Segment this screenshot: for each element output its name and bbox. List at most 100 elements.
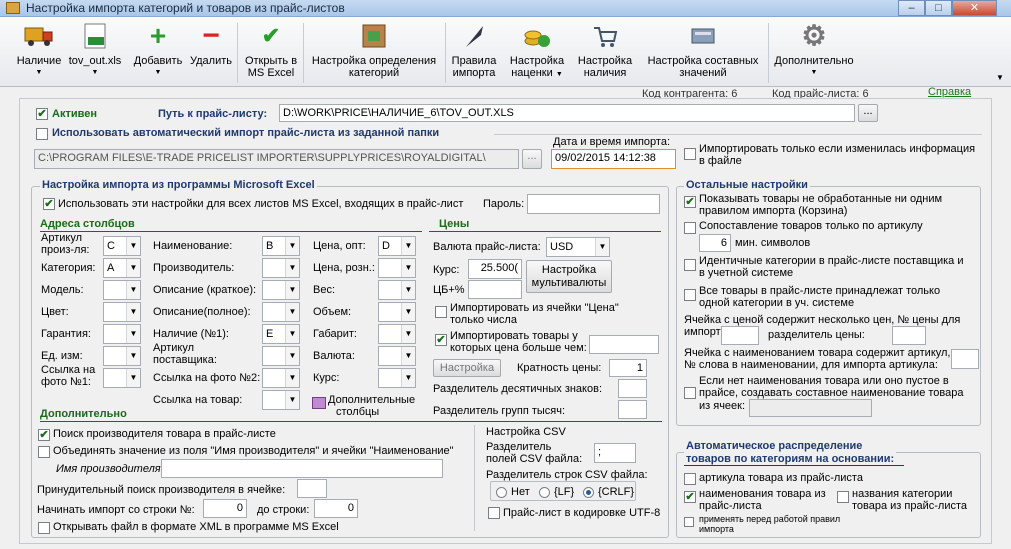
column-select[interactable]: ▼ [378,302,416,322]
chevron-down-icon: ▼ [126,281,140,299]
add-button[interactable]: + Добавить ▼ [132,21,184,79]
auto-import-checkbox[interactable] [36,128,48,140]
auto-path-browse-button[interactable]: ... [522,149,542,169]
minimize-button[interactable]: – [898,0,925,16]
use-all-sheets-label: Использовать эти настройки для всех лист… [58,198,464,210]
column-select[interactable]: ▼ [378,324,416,344]
delete-button[interactable]: − Удалить [188,21,234,68]
column-select[interactable]: E ▼ [262,324,300,344]
maximize-button[interactable]: □ [925,0,952,16]
show-unprocessed-checkbox[interactable]: ✔ [684,196,696,208]
column-select[interactable]: ▼ [378,258,416,278]
column-select[interactable]: ▼ [262,258,300,278]
apply-before-rules-checkbox[interactable] [684,517,694,527]
additional-button[interactable]: ⚙ Дополнительно ▼ [770,21,858,79]
column-select[interactable]: ▼ [262,346,300,366]
column-select[interactable]: ▼ [103,324,141,344]
date-input[interactable]: 09/02/2015 14:12:38 [551,149,676,169]
column-select[interactable]: ▼ [378,346,416,366]
open-xml-checkbox[interactable] [38,522,50,534]
column-select[interactable]: ▼ [103,302,141,322]
auto-path-input[interactable]: C:\PROGRAM FILES\E-TRADE PRICELIST IMPOR… [34,149,519,169]
compose-name-checkbox[interactable] [684,387,696,399]
price-sep-input[interactable] [892,326,926,345]
by-article-checkbox[interactable] [684,473,696,485]
use-all-sheets-checkbox[interactable]: ✔ [43,198,55,210]
force-search-input[interactable] [297,479,327,498]
path-input[interactable]: D:\WORK\PRICE\НАЛИЧИЕ_6\TOV_OUT.XLS [279,104,855,122]
toolbar-file-button[interactable]: tov_out.xls ▼ [64,21,126,79]
column-select[interactable]: D ▼ [378,236,416,256]
currency-select[interactable]: USD ▼ [546,237,610,257]
one-category-checkbox[interactable] [684,289,696,301]
mfr-name-input[interactable] [161,459,443,478]
min-chars-input[interactable]: 6 [699,234,731,252]
column-select[interactable]: A ▼ [103,258,141,278]
search-mfr-checkbox[interactable]: ✔ [38,429,50,441]
column-select[interactable]: ▼ [103,368,141,388]
column-select[interactable]: ▼ [262,368,300,388]
column-select[interactable]: ▼ [262,280,300,300]
open-excel-button[interactable]: ✔ Открыть в MS Excel [242,21,300,80]
column-select[interactable]: ▼ [103,346,141,366]
chevron-down-icon: ▼ [401,347,415,365]
column-label: Ссылка на [41,364,96,376]
column-select[interactable]: ▼ [378,368,416,388]
active-checkbox[interactable]: ✔ [36,108,48,120]
extra-columns-label-2[interactable]: столбцы [336,406,379,418]
identical-categories-checkbox[interactable] [684,259,696,271]
start-row-input[interactable]: 0 [203,499,247,518]
column-select[interactable]: ▼ [378,280,416,300]
radio-none[interactable] [496,487,507,498]
rate-input[interactable]: 25.500( [468,259,522,279]
price-setting-button[interactable]: Настройка [433,359,501,377]
markup-settings-button[interactable]: Настройка наценки ▼ [506,21,568,81]
min-price-input[interactable] [589,335,659,354]
keyboard-icon [688,21,718,51]
thousands-separator-input[interactable] [618,400,647,419]
password-input[interactable] [527,194,660,214]
availability-settings-button[interactable]: Настройка наличия [574,21,636,79]
radio-lf[interactable] [539,487,550,498]
by-category-checkbox[interactable] [837,491,849,503]
import-rules-button[interactable]: Правила импорта [448,21,500,79]
column-label: Наименование: [153,240,233,252]
other-settings-title: Остальные настройки [684,179,810,191]
by-name-label-2: прайс-листа [699,500,762,512]
help-link[interactable]: Справка [928,86,971,98]
by-name-checkbox[interactable]: ✔ [684,491,696,503]
path-browse-button[interactable]: ... [858,104,878,122]
extra-columns-label-1[interactable]: Дополнительные [328,394,415,406]
decimal-separator-input[interactable] [618,379,647,398]
toolbar-nalichie-button[interactable]: Наличие ▼ [14,21,64,79]
merge-mfr-checkbox[interactable] [38,446,50,458]
column-select[interactable]: ▼ [262,390,300,410]
cb-percent-input[interactable] [468,280,522,299]
column-label: Описание (краткое): [153,284,257,296]
price-number-input[interactable] [721,326,759,345]
column-select[interactable]: B ▼ [262,236,300,256]
radio-crlf[interactable] [583,487,594,498]
name-article-input[interactable] [951,349,979,369]
only-changed-checkbox[interactable] [684,148,696,160]
compose-cells-input[interactable] [749,399,872,417]
extra-columns-icon[interactable] [312,397,326,409]
utf8-checkbox[interactable] [488,507,500,519]
to-row-input[interactable]: 0 [314,499,358,518]
column-select[interactable]: ▼ [103,280,141,300]
import-numbers-checkbox[interactable] [435,306,447,318]
by-name-label-1: наименования товара из [699,488,826,500]
category-settings-button[interactable]: Настройка определения категорий [306,21,442,79]
additional-divider [40,421,662,422]
composite-values-button[interactable]: Настройка составных значений [640,21,766,79]
column-select[interactable]: C ▼ [103,236,141,256]
open-xml-label: Открывать файл в формате XML в программе… [53,521,339,533]
multiplicity-input[interactable]: 1 [609,359,647,377]
match-article-checkbox[interactable] [684,222,696,234]
close-button[interactable]: ✕ [952,0,997,16]
toolbar-overflow-icon[interactable]: ▼ [996,73,1004,82]
column-select[interactable]: ▼ [262,302,300,322]
import-gt-checkbox[interactable]: ✔ [435,334,447,346]
field-sep-input[interactable]: ; [594,443,636,463]
multicurrency-button[interactable]: Настройка мультивалюты [526,260,612,293]
